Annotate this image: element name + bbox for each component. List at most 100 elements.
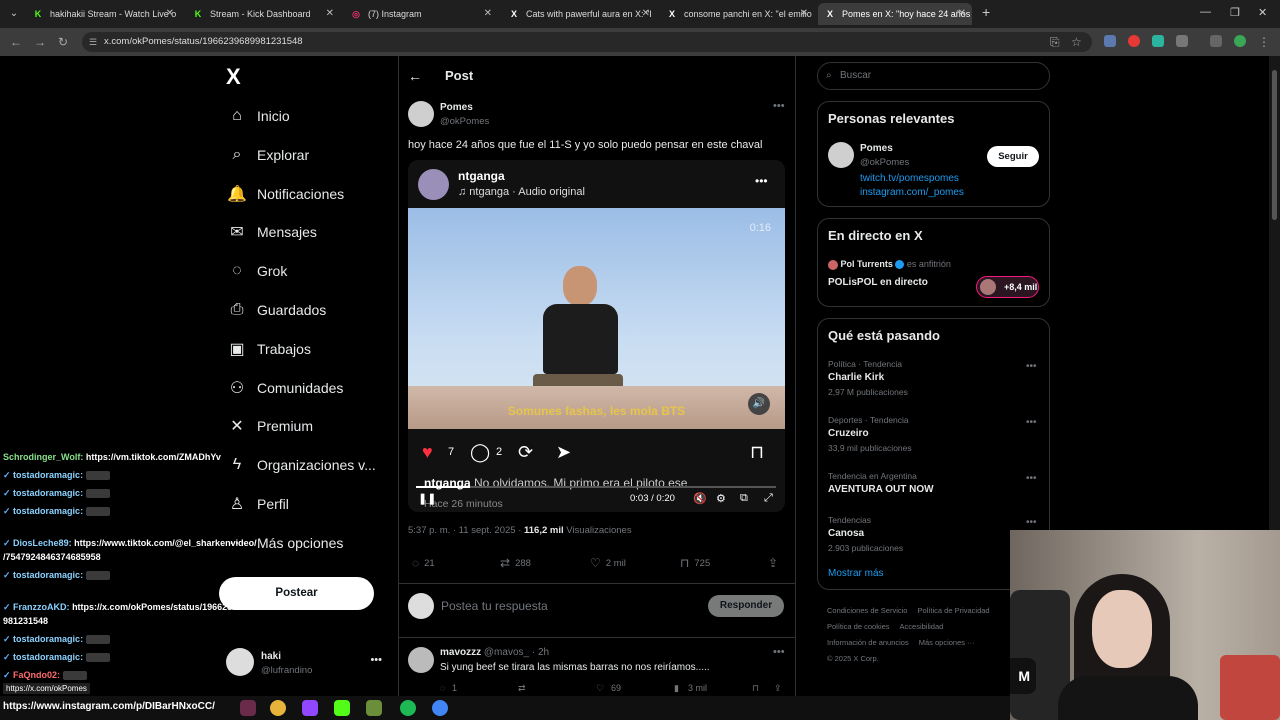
back-icon[interactable]: ← [10,35,22,49]
x-logo-icon[interactable]: X [226,64,241,90]
post-more-icon[interactable]: ••• [773,100,785,112]
comment-views-icon[interactable]: ▮ [674,683,679,694]
comment-more-icon[interactable]: ••• [773,646,785,658]
live-listeners-badge[interactable]: +8,4 mil [976,276,1039,298]
author-handle[interactable]: @okPomes [440,116,489,127]
reload-icon[interactable]: ↻ [58,35,68,49]
taskbar-app-icon[interactable] [240,700,256,716]
share-stat[interactable]: ⇪ [768,556,783,570]
mute-icon[interactable]: 🔇 [693,492,707,505]
maximize-icon[interactable]: ❐ [1230,6,1240,19]
profile-avatar[interactable] [1234,35,1246,47]
tab-search-icon[interactable]: ⌄ [6,6,22,22]
trend-more-icon[interactable]: ••• [1026,417,1037,428]
comment-author[interactable]: mavozzz @mavos_ · 2h [440,647,549,658]
comment-bookmark-icon[interactable]: ⊓ [752,683,759,694]
nav-item[interactable]: ⚇ Comunidades [226,376,344,400]
browser-tab[interactable]: X Pomes en X: "hoy hace 24 años ✕ [818,3,972,25]
post-button[interactable]: Postear [219,577,374,610]
reading-list-icon[interactable] [1210,35,1222,47]
bookmark-stat[interactable]: ⊓ 725 [680,556,710,570]
reply-button[interactable]: Responder [708,595,784,617]
embedded-instagram-video[interactable]: ntganga ♫ ntganga · Audio original ••• 0… [408,160,785,512]
new-tab-button[interactable]: + [982,4,990,20]
extensions-puzzle-icon[interactable] [1176,35,1188,47]
trend-name[interactable]: AVENTURA OUT NOW [828,484,934,495]
comment-avatar[interactable] [408,647,434,673]
heart-icon[interactable]: ♥ [422,442,433,463]
repost-stat[interactable]: ⇄ 288 [500,556,531,570]
minecraft-icon[interactable] [366,700,382,716]
nav-item[interactable]: ▣ Trabajos [226,337,311,361]
instagram-link[interactable]: instagram.com/_pomes [860,187,964,198]
repost-icon[interactable]: ⟳ [518,442,533,463]
footer-link[interactable]: Más opciones ··· [919,638,975,647]
relevant-handle[interactable]: @okPomes [860,157,909,168]
chrome-icon[interactable] [270,700,286,716]
reply-stat[interactable]: ◌ 21 [412,556,435,570]
trend-name[interactable]: Charlie Kirk [828,372,884,383]
trend-name[interactable]: Canosa [828,528,864,539]
back-arrow-icon[interactable]: ← [408,68,422,84]
live-stream-title[interactable]: POLisPOL en directo [828,277,928,288]
search-input[interactable]: ⌕ Buscar [817,62,1050,90]
reply-input[interactable]: Postea tu respuesta [441,599,548,613]
extension-icon[interactable] [1104,35,1116,47]
live-host[interactable]: Pol Turrents es anfitrión [828,259,951,270]
comment-share-icon[interactable]: ⇪ [774,683,782,694]
extension-translate-icon[interactable] [1152,35,1164,47]
author-name[interactable]: Pomes [440,102,473,113]
browser-tab[interactable]: Khakihakii Stream - Watch Live o ✕ [26,3,180,25]
video-volume-icon[interactable]: 🔊 [748,393,770,415]
tab-close-icon[interactable]: ✕ [958,3,966,25]
footer-link[interactable]: Accesibilidad [900,622,944,631]
send-icon[interactable]: ➤ [556,442,571,463]
settings-gear-icon[interactable]: ⚙ [716,492,726,505]
browser-tab[interactable]: K Stream - Kick Dashboard ✕ [186,3,340,25]
twitch-link[interactable]: twitch.tv/pomespomes [860,173,959,184]
scrollbar-thumb[interactable] [1272,70,1277,220]
minimize-icon[interactable]: — [1200,6,1211,18]
bookmark-star-icon[interactable]: ☆ [1071,35,1082,49]
install-icon[interactable]: ⎘ [1050,35,1060,50]
close-window-icon[interactable]: ✕ [1258,6,1267,19]
pause-icon[interactable]: ❚❚ [418,492,436,505]
footer-link[interactable]: Política de Privacidad [917,606,989,615]
browser-tab[interactable]: X Cats with pawerful aura en X: "I ✕ [502,3,656,25]
relevant-avatar[interactable] [828,142,854,168]
trend-more-icon[interactable]: ••• [1026,473,1037,484]
footer-link[interactable]: Información de anuncios [827,638,909,647]
pip-icon[interactable]: ⧉ [740,492,748,505]
account-switcher[interactable]: haki @lufrandino ••• [226,648,386,680]
site-info-icon[interactable]: ☰ [89,32,97,52]
like-stat[interactable]: ♡ 2 mil [590,556,626,570]
follow-button[interactable]: Seguir [987,146,1039,167]
video-progress-bar[interactable] [416,486,776,488]
comment-repost-icon[interactable]: ⇄ [518,683,526,694]
footer-link[interactable]: Política de cookies [827,622,890,631]
tab-close-icon[interactable]: ✕ [800,3,808,25]
nav-item[interactable]: 🔔 Notificaciones [226,182,344,206]
url-input[interactable]: ☰ x.com/okPomes/status/196623968998123154… [82,32,1092,52]
more-icon[interactable]: ••• [370,654,382,666]
nav-item[interactable]: ◌ Grok [226,259,287,283]
trend-more-icon[interactable]: ••• [1026,361,1037,372]
spotify-icon[interactable] [400,700,416,716]
fullscreen-icon[interactable]: ⤢ [764,492,773,505]
browser-tab[interactable]: Xconsome panchi en X: "el emilio ✕ [660,3,814,25]
twitch-icon[interactable] [302,700,318,716]
footer-link[interactable]: © 2025 X Corp. [827,654,879,663]
nav-item[interactable]: ✕ Premium [226,414,313,438]
show-more-link[interactable]: Mostrar más [828,568,884,579]
trend-name[interactable]: Cruzeiro [828,428,869,439]
extension-record-icon[interactable] [1128,35,1140,47]
tab-close-icon[interactable]: ✕ [642,3,650,25]
tab-close-icon[interactable]: ✕ [166,3,174,25]
browser-tab[interactable]: ◎ (7) Instagram ✕ [344,3,498,25]
relevant-name[interactable]: Pomes [860,143,893,154]
browser-menu-icon[interactable]: ⋮ [1258,35,1270,49]
nav-item[interactable]: ϟ Organizaciones v... [226,453,376,477]
forward-icon[interactable]: → [34,35,46,49]
embed-more-icon[interactable]: ••• [755,174,768,188]
trend-more-icon[interactable]: ••• [1026,517,1037,528]
